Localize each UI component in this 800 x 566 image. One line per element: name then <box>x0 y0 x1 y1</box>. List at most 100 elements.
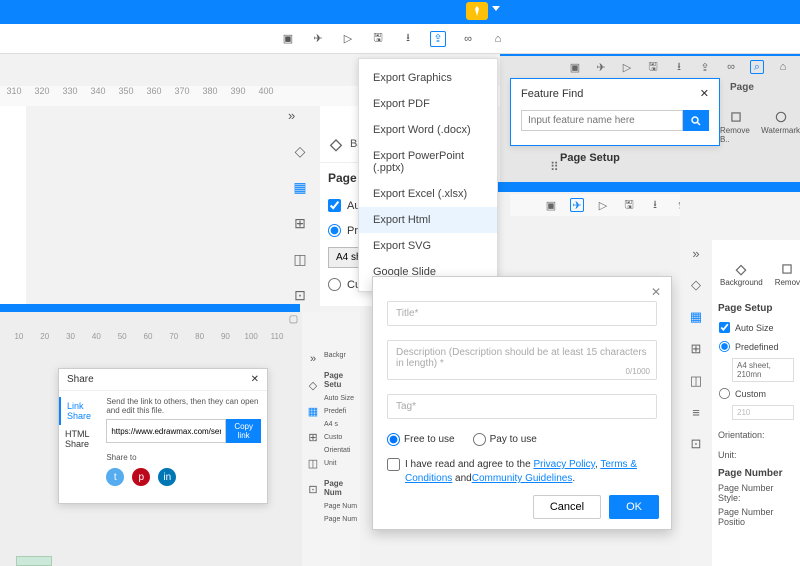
ruler-tick: 90 <box>213 332 239 346</box>
home-icon[interactable]: ⌂ <box>490 31 506 47</box>
pay-radio[interactable] <box>473 433 486 446</box>
save-icon[interactable]: 🖫 <box>370 31 386 47</box>
premium-caret-icon[interactable] <box>492 6 500 11</box>
agree-checkbox[interactable] <box>387 458 400 471</box>
save-icon[interactable]: 🖫 <box>622 198 636 212</box>
share-url-input[interactable] <box>106 419 226 443</box>
free-to-use-option[interactable]: Free to use <box>387 433 455 446</box>
send-icon[interactable]: ✈ <box>310 31 326 47</box>
title-input[interactable]: Title* <box>387 301 657 326</box>
export-menu-item[interactable]: Export SVG <box>359 233 497 259</box>
linkedin-icon[interactable]: in <box>158 468 176 486</box>
paint-icon[interactable]: ◇ <box>306 378 320 392</box>
home-icon[interactable]: ⌂ <box>776 60 790 74</box>
close-icon[interactable]: ✕ <box>700 87 709 100</box>
send-icon[interactable]: ✈ <box>570 198 584 212</box>
ruler-tick: 380 <box>196 86 224 106</box>
remove-bg-label: Remove B.. <box>720 126 751 144</box>
br-predefined-row[interactable]: Predefined <box>718 337 794 356</box>
export-menu-item[interactable]: Export Html <box>359 207 497 233</box>
free-radio[interactable] <box>387 433 400 446</box>
feature-find-search-button[interactable] <box>683 110 709 131</box>
close-icon[interactable]: ✕ <box>251 374 259 385</box>
export-menu-item[interactable]: Export PDF <box>359 91 497 117</box>
custom-radio[interactable] <box>328 278 341 291</box>
description-input[interactable]: Description (Description should be at le… <box>387 340 657 380</box>
page-setup-icon[interactable]: ▦ <box>291 178 309 196</box>
tab-link-share[interactable]: Link Share <box>59 397 100 425</box>
predefined-radio[interactable] <box>328 224 341 237</box>
br-page-setup-heading: Page Setup <box>718 303 794 314</box>
tag-icon[interactable]: ⊡ <box>291 286 309 304</box>
ok-button[interactable]: OK <box>609 495 659 519</box>
chevron-icon[interactable]: » <box>306 352 320 366</box>
mid-mini-panel: » ◇ ▦ ⊞ ◫ ⊡ Backgr Page Setu Auto Size P… <box>302 312 360 566</box>
paint-bucket-icon[interactable]: ◇ <box>291 142 309 160</box>
share-nodes-icon[interactable]: ∞ <box>724 60 738 74</box>
share-content: Send the link to others, then they can o… <box>100 391 267 492</box>
br-autosize-row[interactable]: Auto Size <box>718 318 794 337</box>
layers-icon[interactable]: ◫ <box>306 456 320 470</box>
br-remove-tool[interactable]: Remov <box>775 262 800 287</box>
play-icon[interactable]: ▷ <box>596 198 610 212</box>
export-menu-item[interactable]: Export PowerPoint (.pptx) <box>359 143 497 181</box>
watermark-tool[interactable]: Watermark <box>761 110 800 144</box>
send-icon[interactable]: ✈ <box>594 60 608 74</box>
chevron-icon[interactable]: » <box>692 246 699 261</box>
br-custom-radio[interactable] <box>719 388 730 399</box>
grid-icon[interactable]: ⊞ <box>691 341 702 357</box>
paint-icon[interactable]: ◇ <box>691 277 701 293</box>
export-icon[interactable]: ⇪ <box>698 60 712 74</box>
feature-find-input[interactable] <box>521 110 683 131</box>
download-icon[interactable]: ⭳ <box>400 31 416 47</box>
page-icon[interactable]: ▦ <box>690 309 702 325</box>
db-icon[interactable]: ≡ <box>692 405 700 420</box>
cancel-button[interactable]: Cancel <box>533 495 601 519</box>
tag-icon[interactable]: ⊡ <box>691 436 702 452</box>
export-menu-item[interactable]: Export Graphics <box>359 65 497 91</box>
fit-icon[interactable]: ▣ <box>568 60 582 74</box>
remove-bg-tool[interactable]: Remove B.. <box>720 110 751 144</box>
tag-icon[interactable]: ⊡ <box>306 482 320 496</box>
tag-input[interactable]: Tag* <box>387 394 657 419</box>
br-autosize-checkbox[interactable] <box>719 322 730 333</box>
br-custom-row[interactable]: Custom <box>718 384 794 403</box>
twitter-icon[interactable]: t <box>106 468 124 486</box>
agree-row[interactable]: I have read and agree to the Privacy Pol… <box>387 458 657 486</box>
layers-icon[interactable]: ◫ <box>291 250 309 268</box>
canvas-shape[interactable] <box>16 556 52 566</box>
grid-dots-icon[interactable]: ⠿ <box>550 160 559 174</box>
community-link[interactable]: Community Guidelines <box>472 473 573 484</box>
page-icon[interactable]: ▦ <box>306 404 320 418</box>
pay-to-use-option[interactable]: Pay to use <box>473 433 537 446</box>
auto-size-checkbox[interactable] <box>328 199 341 212</box>
fit-icon[interactable]: ▣ <box>544 198 558 212</box>
export-menu-item[interactable]: Export Excel (.xlsx) <box>359 181 497 207</box>
tab-html-share[interactable]: HTML Share <box>59 425 100 453</box>
play-icon[interactable]: ▷ <box>620 60 634 74</box>
br-preset-box[interactable]: A4 sheet, 210mn <box>732 358 794 382</box>
export-menu-item[interactable]: Export Word (.docx) <box>359 117 497 143</box>
fit-icon[interactable]: ▣ <box>280 31 296 47</box>
grid-icon[interactable]: ⊞ <box>291 214 309 232</box>
copy-link-button[interactable]: Copy link <box>226 419 261 443</box>
save-icon[interactable]: 🖫 <box>646 60 660 74</box>
privacy-link[interactable]: Privacy Policy <box>533 459 595 470</box>
download-icon[interactable]: ⭳ <box>672 60 686 74</box>
br-predefined-radio[interactable] <box>719 341 730 352</box>
close-icon[interactable]: ✕ <box>651 285 661 299</box>
export-icon[interactable]: ⇪ <box>430 31 446 47</box>
play-icon[interactable]: ▷ <box>340 31 356 47</box>
download-icon[interactable]: ⭳ <box>648 198 662 212</box>
br-width-box[interactable]: 210 <box>732 405 794 420</box>
share-ruler: 10 20 30 40 50 60 70 80 90 100 110 <box>6 332 290 346</box>
br-background-tool[interactable]: Background <box>720 262 763 287</box>
pinterest-icon[interactable]: p <box>132 468 150 486</box>
grid-icon[interactable]: ⊞ <box>306 430 320 444</box>
ruler-tick: 370 <box>168 86 196 106</box>
premium-badge[interactable] <box>466 2 488 20</box>
layers-icon[interactable]: ◫ <box>690 373 702 389</box>
share-nodes-icon[interactable]: ∞ <box>460 31 476 47</box>
minimize-icon[interactable]: ▢ <box>289 314 298 325</box>
feature-find-icon[interactable]: ⌕ <box>750 60 764 74</box>
